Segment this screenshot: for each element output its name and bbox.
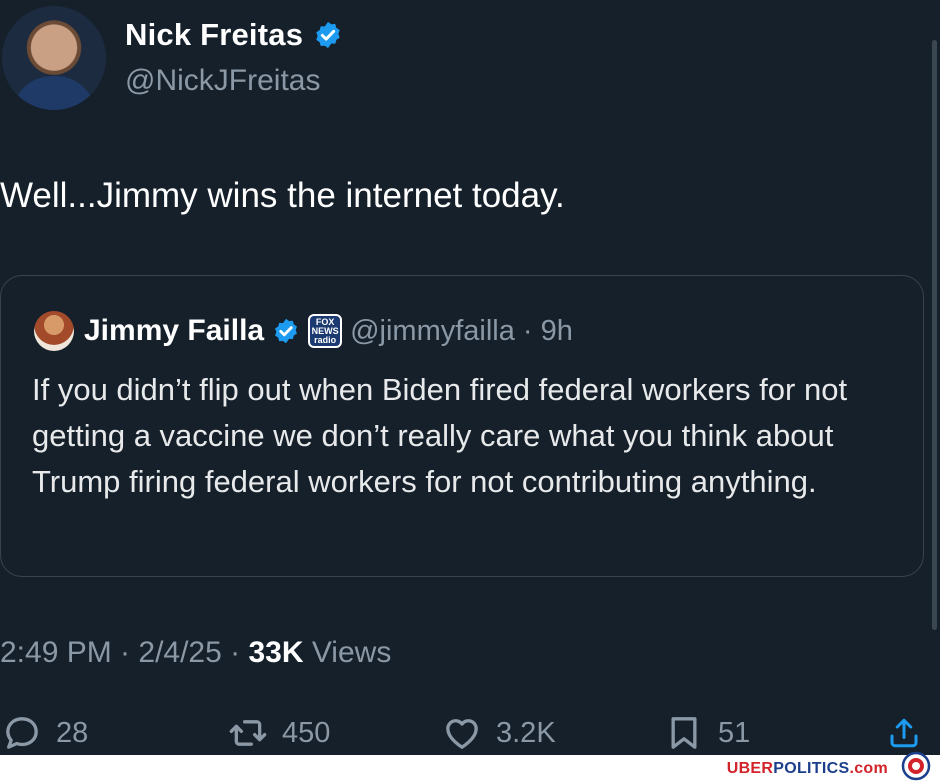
fox-news-radio-affiliation-icon: FOX NEWS radio (308, 314, 343, 348)
bookmark-icon (671, 717, 697, 749)
quoted-author-name[interactable]: Jimmy Failla (84, 314, 264, 348)
quoted-author-avatar[interactable] (34, 311, 74, 351)
watermark-bar: UBERPOLITICS.com (0, 751, 940, 782)
scrollbar-thumb[interactable] (932, 40, 937, 630)
uberpolitics-logo-icon (901, 751, 931, 781)
repost-icon (229, 720, 267, 746)
verified-badge-icon (316, 21, 340, 49)
watermark-uber: UBER (726, 760, 774, 777)
reply-count: 28 (56, 716, 89, 749)
reply-icon (6, 717, 38, 749)
fox-news-radio-badge-text: FOX NEWS radio (311, 316, 339, 345)
tweet-timestamp[interactable]: 2:49 PM · 2/4/25 · (0, 636, 248, 669)
author-avatar[interactable] (2, 6, 106, 110)
reply-button[interactable]: 28 (2, 713, 88, 753)
action-bar: 28 450 3.2K 51 (0, 707, 940, 757)
share-button[interactable] (886, 715, 922, 756)
tweet-meta: 2:49 PM · 2/4/25 · 33K Views (0, 636, 391, 670)
bookmark-count: 51 (718, 716, 751, 749)
quoted-handle-and-time[interactable]: @jimmyfailla · 9h (350, 315, 573, 348)
watermark-politics: POLITICS (773, 760, 850, 777)
author-display-name[interactable]: Nick Freitas (125, 17, 303, 53)
repost-count: 450 (282, 716, 331, 749)
avatar-shirt (12, 76, 96, 110)
heart-icon (446, 719, 478, 749)
author-handle[interactable]: @NickJFreitas (125, 64, 320, 98)
views-count: 33K (248, 636, 304, 669)
repost-button[interactable]: 450 (228, 713, 330, 753)
views-label: Views (303, 636, 392, 669)
quoted-tweet-header: Jimmy Failla FOX NEWS radio @jimmyfailla… (84, 311, 573, 351)
like-count: 3.2K (496, 716, 556, 749)
watermark-com: .com (849, 760, 888, 777)
quoted-tweet-text: If you didn’t flip out when Biden fired … (32, 372, 848, 499)
verified-badge-icon (275, 318, 298, 344)
bookmark-button[interactable]: 51 (664, 713, 750, 753)
tweet-text: Well...Jimmy wins the internet today. (0, 176, 565, 215)
share-icon (890, 718, 918, 748)
like-button[interactable]: 3.2K (442, 713, 556, 753)
uberpolitics-watermark-text: UBERPOLITICS.com (727, 760, 888, 778)
author-name-row: Nick Freitas (125, 17, 343, 53)
